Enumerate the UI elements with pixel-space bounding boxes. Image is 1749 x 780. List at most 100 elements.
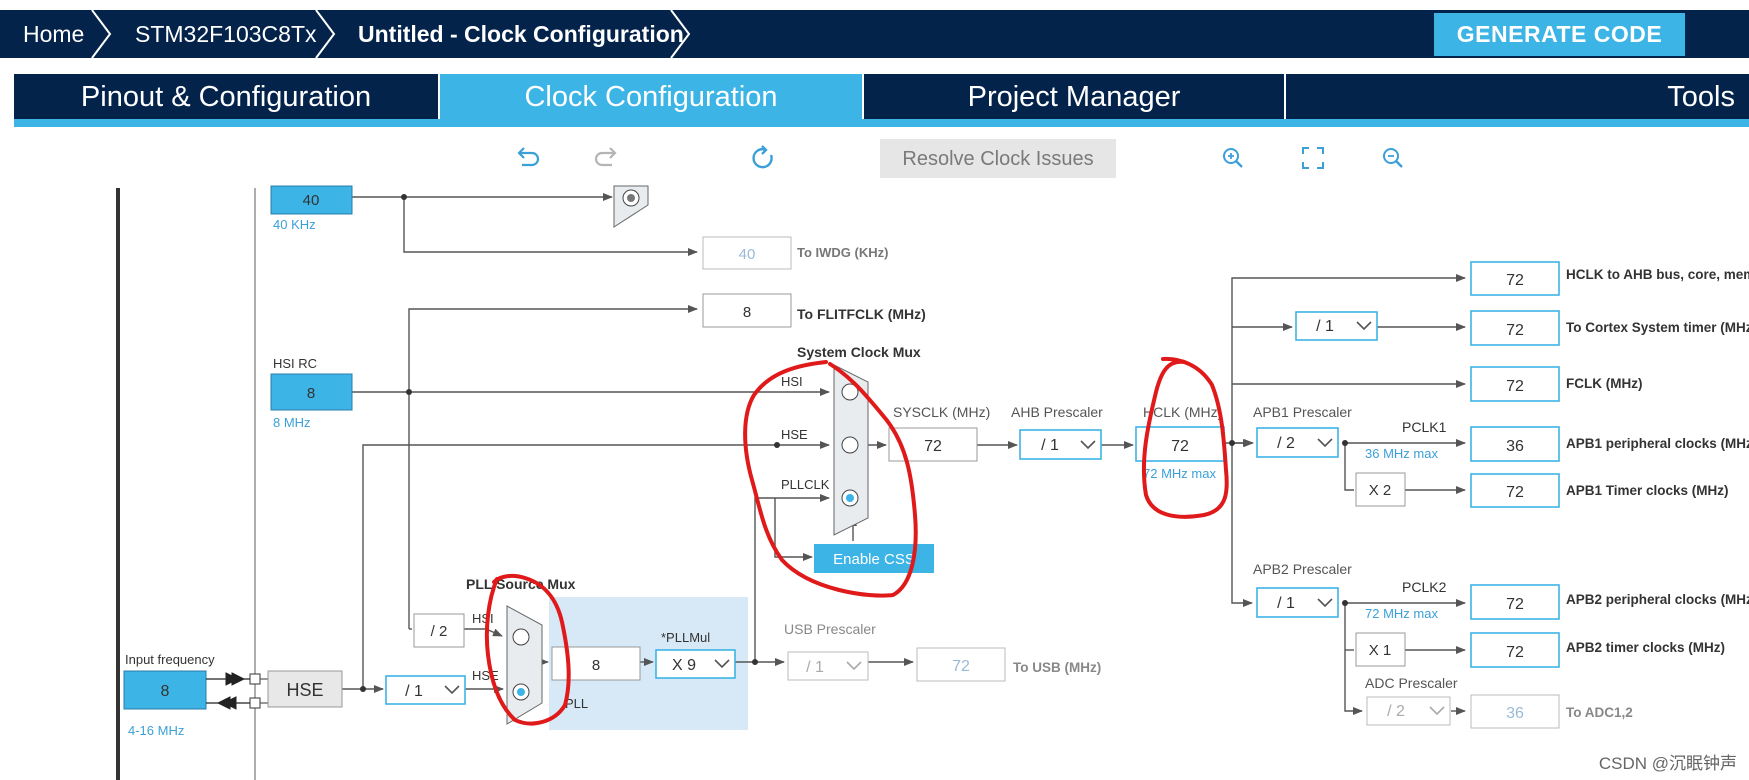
apb1-prescaler-label: APB1 Prescaler [1253, 404, 1352, 420]
system-clock-mux-title: System Clock Mux [797, 344, 921, 360]
usb-value: 72 [952, 658, 970, 675]
apb1-periph-label: APB1 peripheral clocks (MHz) [1566, 436, 1749, 451]
usb-prescaler-value: / 1 [806, 659, 824, 676]
pllmux-input-hsi: HSI [472, 611, 494, 626]
ahb-prescaler-label: AHB Prescaler [1011, 404, 1103, 420]
hsi-div2-value: / 2 [431, 623, 448, 640]
resolve-clock-issues-button[interactable]: Resolve Clock Issues [880, 139, 1116, 178]
apb2-periph-label: APB2 peripheral clocks (MHz) [1566, 592, 1749, 607]
apb1-timer-label: APB1 Timer clocks (MHz) [1566, 483, 1729, 498]
input-frequency-label: Input frequency [125, 652, 215, 667]
adc-prescaler-select[interactable] [1366, 696, 1451, 726]
flitf-value: 8 [743, 304, 751, 321]
hse-divider-select[interactable] [385, 675, 466, 705]
adc-label: To ADC1,2 [1566, 705, 1633, 720]
clock-tree-diagram: 40 40 KHz 40 To IWDG (KHz) 8 To FLITFCLK… [116, 185, 1749, 780]
apb2-prescaler-label: APB2 Prescaler [1253, 561, 1352, 577]
hse-divider-value: / 1 [405, 683, 423, 700]
apb2-timer-value: 72 [1506, 644, 1524, 661]
hclk-value: 72 [1171, 438, 1189, 455]
zoom-in-icon[interactable] [1218, 143, 1248, 173]
fit-screen-icon[interactable] [1298, 143, 1328, 173]
apb1-max: 36 MHz max [1365, 446, 1438, 461]
hsi-freq: 8 MHz [273, 415, 311, 430]
hclk-ahb-label: HCLK to AHB bus, core, memory and DMA (M… [1566, 267, 1749, 282]
pclk1-label: PCLK1 [1402, 419, 1447, 435]
sysmux-input-pllclk: PLLCLK [781, 477, 830, 492]
flitf-label: To FLITFCLK (MHz) [797, 306, 926, 322]
hsi-title: HSI RC [273, 356, 317, 371]
breadcrumb-device[interactable]: STM32F103C8Tx [135, 10, 317, 58]
pll-mul-label: *PLLMul [661, 630, 710, 645]
pllmux-radio-hse-selected [517, 688, 525, 696]
cortex-divider-select[interactable] [1295, 311, 1378, 341]
apb1-prescaler-select[interactable] [1256, 427, 1339, 458]
rtc-mux-radio-dot [627, 194, 635, 202]
hclk-label: HCLK (MHz) [1143, 404, 1222, 420]
apb2-max: 72 MHz max [1365, 606, 1438, 621]
breadcrumb-home[interactable]: Home [23, 10, 84, 58]
tab-clock-configuration[interactable]: Clock Configuration [440, 74, 862, 119]
redo-icon[interactable] [592, 143, 622, 173]
apb2-prescaler-select[interactable] [1256, 587, 1339, 618]
usb-prescaler-label: USB Prescaler [784, 621, 876, 637]
usb-label: To USB (MHz) [1013, 660, 1101, 675]
tab-pinout[interactable]: Pinout & Configuration [14, 74, 438, 119]
iwdg-value: 40 [739, 246, 756, 263]
chevron-right-icon [315, 10, 336, 58]
input-frequency-range: 4-16 MHz [128, 723, 184, 738]
adc-prescaler-value: / 2 [1387, 703, 1405, 720]
apb1-timer-value: 72 [1506, 484, 1524, 501]
adc-prescaler-label: ADC Prescaler [1365, 675, 1458, 691]
tab-tools[interactable]: Tools [1286, 74, 1749, 119]
fclk-label: FCLK (MHz) [1566, 376, 1642, 391]
tab-tools-label: Tools [1667, 81, 1735, 113]
pllmux-radio-hsi[interactable] [512, 628, 530, 646]
sysmux-radio-hse[interactable] [841, 436, 859, 454]
chevron-right-icon [91, 10, 112, 58]
cortex-timer-value: 72 [1506, 322, 1524, 339]
hclk-ahb-label-clip: HCLK to AHB bus, core, memory and DMA (M… [1566, 267, 1749, 282]
osc-in-pin [249, 673, 261, 685]
apb2-timer-label: APB2 timer clocks (MHz) [1566, 640, 1725, 655]
hse-label: HSE [286, 680, 323, 700]
refresh-icon[interactable] [748, 143, 778, 173]
zoom-out-icon[interactable] [1378, 143, 1408, 173]
enable-css-label: Enable CSS [833, 551, 915, 568]
apb2-prescaler-value: / 1 [1277, 595, 1295, 612]
ahb-prescaler-select[interactable] [1019, 429, 1102, 460]
breadcrumb-project[interactable]: Untitled - Clock Configuration [358, 10, 684, 58]
chevron-right-icon [670, 10, 691, 58]
pll-multiplier-value: X 9 [672, 657, 696, 674]
pll-input-value: 8 [592, 657, 600, 674]
lsi-freq: 40 KHz [273, 217, 316, 232]
hclk-max: 72 MHz max [1143, 466, 1216, 481]
apb1-periph-value: 36 [1506, 438, 1524, 455]
sysmux-input-hse: HSE [781, 427, 808, 442]
apb1-prescaler-value: / 2 [1277, 435, 1295, 452]
undo-icon[interactable] [512, 143, 542, 173]
hsi-value: 8 [307, 385, 315, 402]
lsi-value: 40 [303, 192, 320, 209]
apb2-periph-value: 72 [1506, 596, 1524, 613]
osc-out-pin [249, 697, 261, 709]
sysclk-label: SYSCLK (MHz) [893, 404, 990, 420]
pclk2-label: PCLK2 [1402, 579, 1447, 595]
sysclk-value: 72 [924, 438, 942, 455]
osc-pins [206, 672, 250, 710]
apb1-timer-multiplier-value: X 2 [1369, 482, 1392, 499]
fclk-value: 72 [1506, 378, 1524, 395]
iwdg-label: To IWDG (KHz) [797, 245, 888, 260]
apb2-timer-multiplier-value: X 1 [1369, 642, 1392, 659]
generate-code-button[interactable]: GENERATE CODE [1434, 13, 1685, 56]
sysmux-input-hsi: HSI [781, 374, 803, 389]
cortex-timer-label: To Cortex System timer (MHz) [1566, 320, 1749, 335]
pll-source-mux [506, 605, 543, 725]
hclk-ahb-value: 72 [1506, 272, 1524, 289]
tab-underline [14, 119, 1749, 127]
ahb-prescaler-value: / 1 [1041, 437, 1059, 454]
tab-project-manager[interactable]: Project Manager [864, 74, 1284, 119]
sysmux-radio-pllclk-selected [846, 494, 854, 502]
watermark: CSDN @沉眠钟声 [1598, 754, 1737, 773]
input-frequency-value: 8 [161, 683, 170, 700]
